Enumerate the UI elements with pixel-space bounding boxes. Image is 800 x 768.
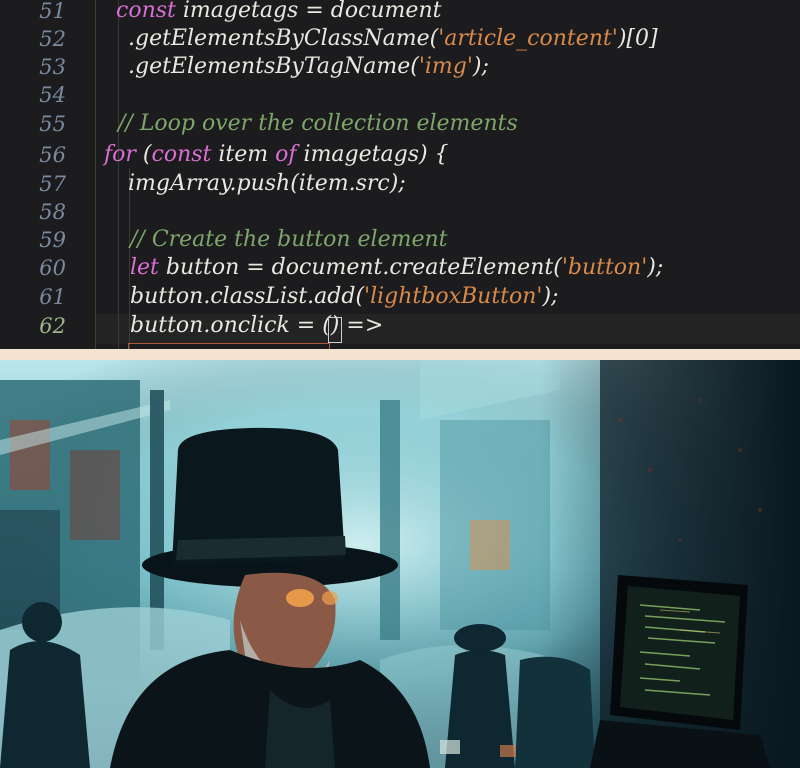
code-line-61: 61 button.classList.add('lightboxButton'… [0,283,800,311]
code-line-55: 55 // Loop over the collection elements [0,110,800,138]
code-line-57: 57 imgArray.push(item.src); [0,170,800,198]
code-text: button.classList.add('lightboxButton'); [130,284,559,309]
code-line-53: 53 .getElementsByTagName('img'); [0,53,800,81]
code-text: for (const item of imagetags) { [104,142,449,167]
line-number: 51 [39,0,66,23]
line-number: 59 [39,228,66,252]
line-number: 54 [39,83,66,107]
code-line-52: 52 .getElementsByClassName('article_cont… [0,25,800,53]
page: 51 const imagetags = document 52 .getEle… [0,0,800,768]
line-number: 52 [39,27,66,51]
line-number: 58 [39,200,66,224]
line-number: 57 [39,172,66,196]
code-text: let button = document.createElement('but… [130,255,664,280]
code-line-56: 56 for (const item of imagetags) { [0,141,800,169]
separator-strip [0,349,800,360]
code-text: button.onclick = () => [130,313,384,338]
code-line-60: 60 let button = document.createElement('… [0,254,800,282]
line-number: 62 [39,314,66,338]
code-text: imgArray.push(item.src); [128,171,406,196]
code-text: .getElementsByTagName('img'); [128,54,489,79]
painting-image [0,360,800,768]
code-text: .getElementsByClassName('article_content… [128,26,658,51]
code-line-58: 58 [0,198,800,226]
code-line-62: 62 button.onclick = () => [0,312,800,340]
laptop [590,575,770,768]
line-number: 55 [39,112,66,136]
line-number: 61 [39,285,66,309]
text-cursor [328,317,342,343]
line-number: 56 [39,143,66,167]
code-line-59: 59 // Create the button element [0,226,800,254]
code-comment: // Create the button element [130,227,448,252]
code-text: const imagetags = document [116,0,442,23]
code-editor-panel: 51 const imagetags = document 52 .getEle… [0,0,800,349]
painting-svg [0,360,800,768]
code-line-51: 51 const imagetags = document [0,0,800,25]
line-number: 53 [39,55,66,79]
code-comment: // Loop over the collection elements [118,111,518,136]
line-number: 60 [39,256,66,280]
code-line-54: 54 [0,81,800,109]
